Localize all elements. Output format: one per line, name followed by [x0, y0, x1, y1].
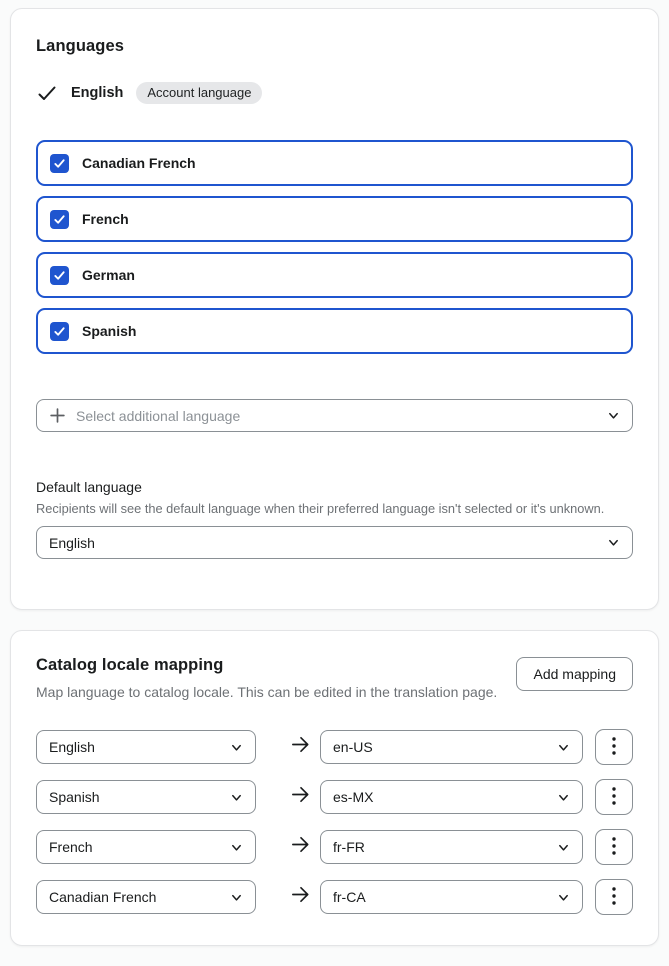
- language-row-spanish[interactable]: Spanish: [36, 308, 633, 354]
- chevron-down-icon: [230, 891, 243, 904]
- mapping-row-french: French fr-FR: [36, 829, 633, 865]
- arrow-zone: [256, 833, 320, 861]
- checkbox-checked-icon[interactable]: [50, 154, 69, 173]
- add-language-select[interactable]: Select additional language: [36, 399, 633, 432]
- check-icon: [36, 82, 58, 104]
- mapping-list: English en-US Spanish es-MX: [36, 729, 633, 915]
- checkbox-checked-icon[interactable]: [50, 210, 69, 229]
- mapping-row-spanish: Spanish es-MX: [36, 779, 633, 815]
- chevron-down-icon: [557, 741, 570, 754]
- mapping-language-select[interactable]: Spanish: [36, 780, 256, 814]
- mapping-row-menu-button[interactable]: [595, 829, 633, 865]
- default-language-select[interactable]: English: [36, 526, 633, 559]
- languages-card-title: Languages: [36, 36, 633, 56]
- arrow-right-icon: [289, 883, 312, 911]
- catalog-card-description: Map language to catalog locale. This can…: [36, 682, 501, 703]
- catalog-card-title: Catalog locale mapping: [36, 655, 501, 675]
- arrow-zone: [256, 783, 320, 811]
- catalog-locale-mapping-card: Catalog locale mapping Map language to c…: [10, 630, 659, 946]
- chevron-down-icon: [230, 841, 243, 854]
- mapping-language-value: French: [49, 839, 230, 855]
- mapping-language-value: Spanish: [49, 789, 230, 805]
- mapping-language-value: English: [49, 739, 230, 755]
- default-language-section: Default language Recipients will see the…: [36, 478, 633, 559]
- chevron-down-icon: [607, 536, 620, 549]
- language-row-label: Canadian French: [82, 155, 196, 171]
- mapping-locale-select[interactable]: fr-CA: [320, 880, 583, 914]
- add-language-placeholder: Select additional language: [76, 408, 597, 424]
- arrow-right-icon: [289, 833, 312, 861]
- mapping-locale-value: en-US: [333, 739, 557, 755]
- mapping-language-select[interactable]: French: [36, 830, 256, 864]
- arrow-right-icon: [289, 783, 312, 811]
- default-language-value: English: [49, 535, 607, 551]
- account-language-row: English Account language: [36, 81, 633, 105]
- arrow-right-icon: [289, 733, 312, 761]
- mapping-locale-select[interactable]: es-MX: [320, 780, 583, 814]
- mapping-locale-value: es-MX: [333, 789, 557, 805]
- mapping-locale-select[interactable]: en-US: [320, 730, 583, 764]
- account-language-badge: Account language: [136, 82, 262, 104]
- chevron-down-icon: [557, 841, 570, 854]
- language-row-canadian-french[interactable]: Canadian French: [36, 140, 633, 186]
- kebab-icon: [612, 737, 616, 758]
- chevron-down-icon: [607, 409, 620, 422]
- languages-card: Languages English Account language Canad…: [10, 8, 659, 610]
- mapping-language-select[interactable]: English: [36, 730, 256, 764]
- chevron-down-icon: [230, 741, 243, 754]
- mapping-language-select[interactable]: Canadian French: [36, 880, 256, 914]
- mapping-locale-value: fr-FR: [333, 839, 557, 855]
- language-row-label: French: [82, 211, 129, 227]
- mapping-row-menu-button[interactable]: [595, 879, 633, 915]
- arrow-zone: [256, 883, 320, 911]
- chevron-down-icon: [557, 791, 570, 804]
- add-mapping-button[interactable]: Add mapping: [516, 657, 633, 691]
- mapping-row-menu-button[interactable]: [595, 729, 633, 765]
- default-language-label: Default language: [36, 478, 633, 496]
- checkbox-checked-icon[interactable]: [50, 322, 69, 341]
- checkbox-checked-icon[interactable]: [50, 266, 69, 285]
- plus-icon: [49, 407, 66, 424]
- mapping-row-english: English en-US: [36, 729, 633, 765]
- mapping-row-canadian-french: Canadian French fr-CA: [36, 879, 633, 915]
- mapping-row-menu-button[interactable]: [595, 779, 633, 815]
- chevron-down-icon: [230, 791, 243, 804]
- language-row-label: German: [82, 267, 135, 283]
- arrow-zone: [256, 733, 320, 761]
- default-language-help-text: Recipients will see the default language…: [36, 501, 633, 517]
- mapping-locale-select[interactable]: fr-FR: [320, 830, 583, 864]
- account-language-name: English: [71, 85, 123, 101]
- kebab-icon: [612, 787, 616, 808]
- mapping-language-value: Canadian French: [49, 889, 230, 905]
- language-row-label: Spanish: [82, 323, 136, 339]
- chevron-down-icon: [557, 891, 570, 904]
- kebab-icon: [612, 887, 616, 908]
- kebab-icon: [612, 837, 616, 858]
- language-row-german[interactable]: German: [36, 252, 633, 298]
- catalog-header-texts: Catalog locale mapping Map language to c…: [36, 655, 501, 703]
- language-row-french[interactable]: French: [36, 196, 633, 242]
- selected-languages-list: Canadian French French German Spanish: [36, 140, 633, 354]
- catalog-card-header: Catalog locale mapping Map language to c…: [36, 655, 633, 703]
- mapping-locale-value: fr-CA: [333, 889, 557, 905]
